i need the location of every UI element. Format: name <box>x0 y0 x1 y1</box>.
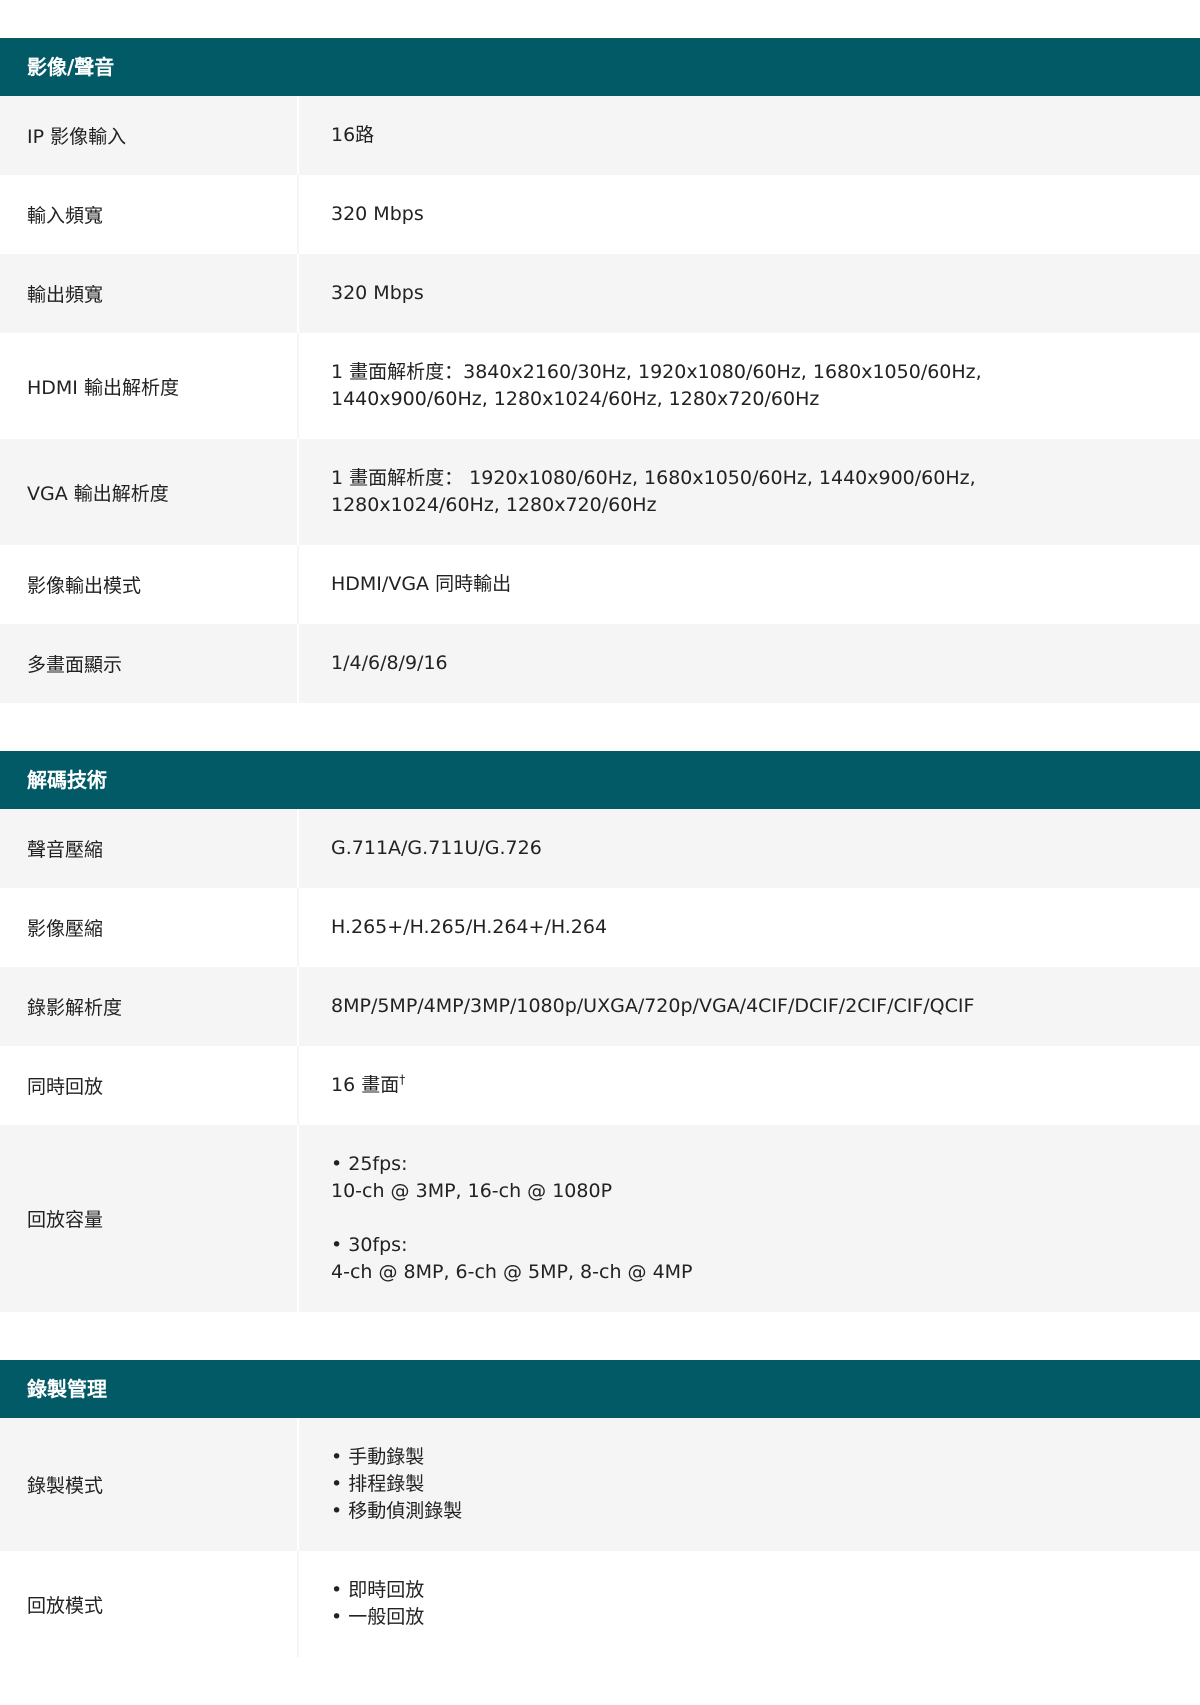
value-line: • 25fps: <box>331 1151 1140 1178</box>
spec-label: 影像壓縮 <box>0 888 299 967</box>
value-line: • 手動錄製 <box>331 1444 1140 1471</box>
value-line: 4-ch @ 8MP, 6-ch @ 5MP, 8-ch @ 4MP <box>331 1259 1140 1286</box>
value-line: G.711A/G.711U/G.726 <box>331 835 1140 862</box>
spec-value: 8MP/5MP/4MP/3MP/1080p/UXGA/720p/VGA/4CIF… <box>299 967 1200 1046</box>
spec-value: 16路 <box>299 96 1200 175</box>
spec-row: 聲音壓縮 G.711A/G.711U/G.726 <box>0 809 1200 888</box>
spec-label: VGA 輸出解析度 <box>0 439 299 545</box>
value-line: • 移動偵測錄製 <box>331 1498 1140 1525</box>
value-line: 1 畫面解析度：3840x2160/30Hz, 1920x1080/60Hz, … <box>331 359 1140 413</box>
value-text: 4-ch @ 8MP, 6-ch @ 5MP, 8-ch @ 4MP <box>331 1261 693 1283</box>
spec-value: • 手動錄製 • 排程錄製 • 移動偵測錄製 <box>299 1418 1200 1551</box>
spec-value: HDMI/VGA 同時輸出 <box>299 545 1200 624</box>
value-text: 1/4/6/8/9/16 <box>331 652 448 674</box>
spec-value: • 25fps: 10-ch @ 3MP, 16-ch @ 1080P • 30fp… <box>299 1125 1200 1312</box>
value-line: HDMI/VGA 同時輸出 <box>331 571 1140 598</box>
spec-value: G.711A/G.711U/G.726 <box>299 809 1200 888</box>
spec-row: 輸入頻寬 320 Mbps <box>0 175 1200 254</box>
value-line: 320 Mbps <box>331 280 1140 307</box>
spec-label: 錄影解析度 <box>0 967 299 1046</box>
value-line: 320 Mbps <box>331 201 1140 228</box>
spec-row: 錄影解析度 8MP/5MP/4MP/3MP/1080p/UXGA/720p/VGA… <box>0 967 1200 1046</box>
spec-value: 320 Mbps <box>299 175 1200 254</box>
spec-row: 錄製模式 • 手動錄製 • 排程錄製 • 移動偵測錄製 <box>0 1418 1200 1551</box>
value-text: G.711A/G.711U/G.726 <box>331 837 542 859</box>
spec-value: H.265+/H.265/H.264+/H.264 <box>299 888 1200 967</box>
spec-value: • 即時回放 • 一般回放 <box>299 1551 1200 1657</box>
value-text: HDMI/VGA 同時輸出 <box>331 573 512 595</box>
spec-label: HDMI 輸出解析度 <box>0 333 299 439</box>
spec-value: 320 Mbps <box>299 254 1200 333</box>
spec-value: 1/4/6/8/9/16 <box>299 624 1200 703</box>
value-text: • 一般回放 <box>331 1606 425 1628</box>
footnote-dagger: † <box>399 1072 406 1087</box>
value-line: 10-ch @ 3MP, 16-ch @ 1080P <box>331 1178 1140 1205</box>
value-line: 16路 <box>331 122 1140 149</box>
spec-row: HDMI 輸出解析度 1 畫面解析度：3840x2160/30Hz, 1920x1… <box>0 333 1200 439</box>
spec-label: 同時回放 <box>0 1046 299 1125</box>
spec-row: 輸出頻寬 320 Mbps <box>0 254 1200 333</box>
spec-label: 影像輸出模式 <box>0 545 299 624</box>
spec-row: 回放容量 • 25fps: 10-ch @ 3MP, 16-ch @ 1080P • … <box>0 1125 1200 1312</box>
spec-section: 影像/聲音 IP 影像輸入 16路輸入頻寬 320 Mbps 輸出頻寬 320 Mbps H… <box>0 38 1200 703</box>
spec-label: 聲音壓縮 <box>0 809 299 888</box>
value-line: 16 畫面† <box>331 1072 1140 1099</box>
spec-row: 回放模式 • 即時回放 • 一般回放 <box>0 1551 1200 1657</box>
value-text: • 手動錄製 <box>331 1446 425 1468</box>
value-text: H.265+/H.265/H.264+/H.264 <box>331 916 608 938</box>
value-line: H.265+/H.265/H.264+/H.264 <box>331 914 1140 941</box>
value-line: • 排程錄製 <box>331 1471 1140 1498</box>
value-line: 1 畫面解析度： 1920x1080/60Hz, 1680x1050/60Hz,… <box>331 465 1140 519</box>
spec-section: 解碼技術 聲音壓縮 G.711A/G.711U/G.726 影像壓縮 H.265+/H.… <box>0 751 1200 1312</box>
value-text: • 即時回放 <box>331 1579 425 1601</box>
value-text: • 30fps: <box>331 1234 408 1256</box>
spec-row: 多畫面顯示 1/4/6/8/9/16 <box>0 624 1200 703</box>
spec-row: 同時回放 16 畫面† <box>0 1046 1200 1125</box>
spec-table: 影像/聲音 IP 影像輸入 16路輸入頻寬 320 Mbps 輸出頻寬 320 Mbps H… <box>0 38 1200 1705</box>
spec-row: VGA 輸出解析度 1 畫面解析度： 1920x1080/60Hz, 1680x1… <box>0 439 1200 545</box>
spec-value: 1 畫面解析度：3840x2160/30Hz, 1920x1080/60Hz, … <box>299 333 1200 439</box>
spec-label: 輸入頻寬 <box>0 175 299 254</box>
section-title: 影像/聲音 <box>0 38 1200 96</box>
spec-label: IP 影像輸入 <box>0 96 299 175</box>
section-title: 錄製管理 <box>0 1360 1200 1418</box>
value-text: 1 畫面解析度：3840x2160/30Hz, 1920x1080/60Hz, … <box>331 361 982 410</box>
value-text: 10-ch @ 3MP, 16-ch @ 1080P <box>331 1180 613 1202</box>
spec-value: 16 畫面† <box>299 1046 1200 1125</box>
value-text: • 25fps: <box>331 1153 408 1175</box>
spec-label: 多畫面顯示 <box>0 624 299 703</box>
spec-label: 回放容量 <box>0 1125 299 1312</box>
spec-row: IP 影像輸入 16路 <box>0 96 1200 175</box>
value-text: 16路 <box>331 124 375 146</box>
spec-row: 影像壓縮 H.265+/H.265/H.264+/H.264 <box>0 888 1200 967</box>
value-text: 1 畫面解析度： 1920x1080/60Hz, 1680x1050/60Hz,… <box>331 467 976 516</box>
value-text: • 移動偵測錄製 <box>331 1500 463 1522</box>
value-text: 16 畫面 <box>331 1074 400 1096</box>
value-text: 320 Mbps <box>331 203 424 225</box>
value-spacer <box>331 1205 1140 1232</box>
value-line: 8MP/5MP/4MP/3MP/1080p/UXGA/720p/VGA/4CIF… <box>331 993 1140 1020</box>
value-text: 8MP/5MP/4MP/3MP/1080p/UXGA/720p/VGA/4CIF… <box>331 995 975 1017</box>
value-line: 1/4/6/8/9/16 <box>331 650 1140 677</box>
spec-label: 錄製模式 <box>0 1418 299 1551</box>
value-text: 320 Mbps <box>331 282 424 304</box>
value-text: • 排程錄製 <box>331 1473 425 1495</box>
spec-label: 回放模式 <box>0 1551 299 1657</box>
spec-label: 輸出頻寬 <box>0 254 299 333</box>
spec-value: 1 畫面解析度： 1920x1080/60Hz, 1680x1050/60Hz,… <box>299 439 1200 545</box>
value-line: • 即時回放 <box>331 1577 1140 1604</box>
value-line: • 30fps: <box>331 1232 1140 1259</box>
value-line: • 一般回放 <box>331 1604 1140 1631</box>
spec-row: 影像輸出模式 HDMI/VGA 同時輸出 <box>0 545 1200 624</box>
section-title: 解碼技術 <box>0 751 1200 809</box>
spec-section: 錄製管理 錄製模式 • 手動錄製 • 排程錄製 • 移動偵測錄製 回放模式 • 即時回放 • … <box>0 1360 1200 1657</box>
